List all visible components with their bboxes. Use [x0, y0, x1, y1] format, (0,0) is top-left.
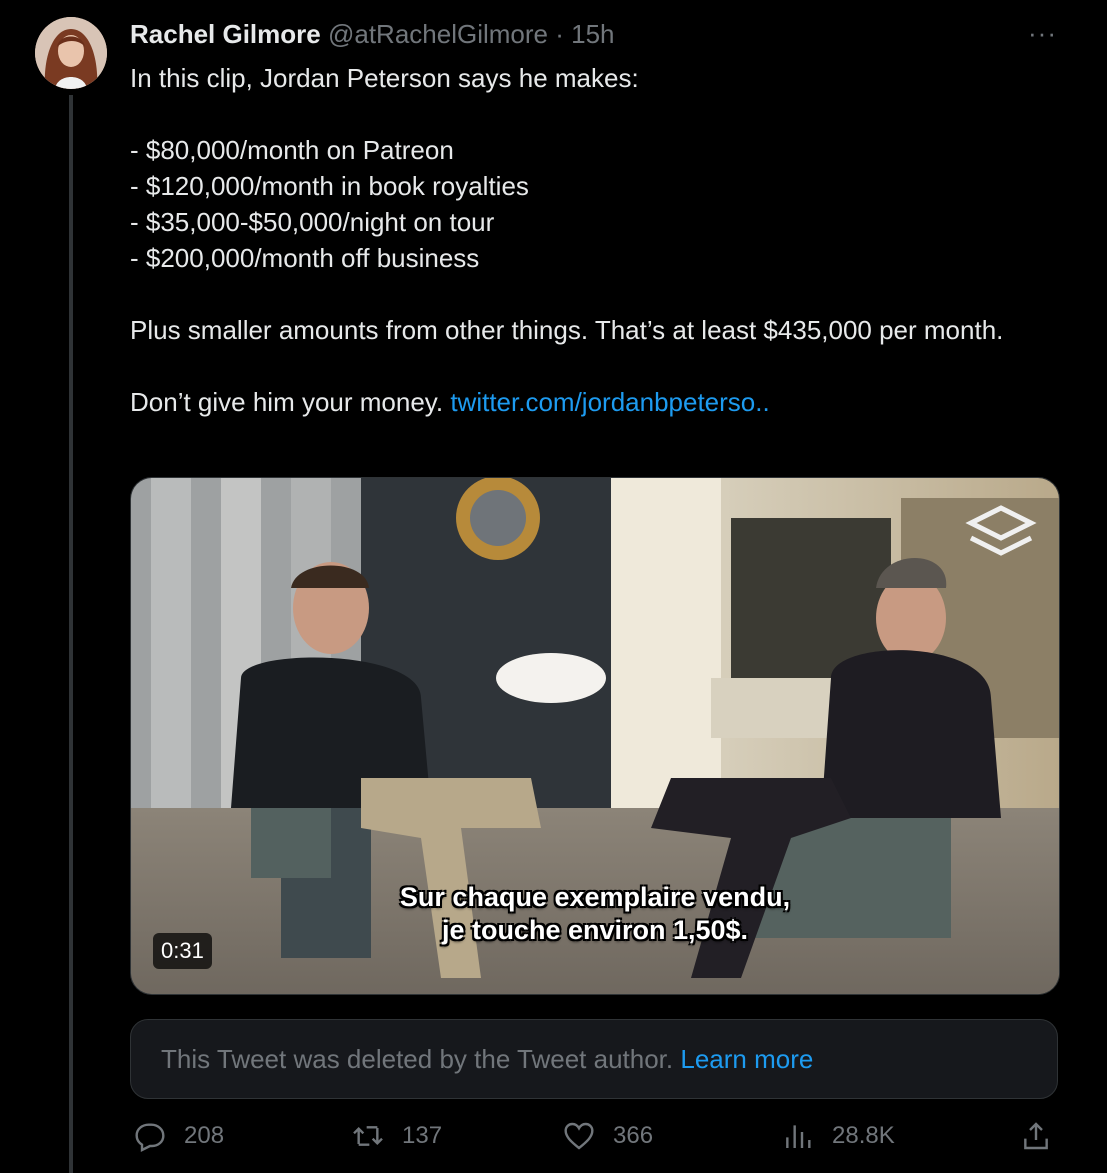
tweet-body: In this clip, Jordan Peterson says he ma…: [130, 60, 1050, 420]
tweet-line: - $120,000/month in book royalties: [130, 171, 529, 201]
video-player[interactable]: 0:31 Sur chaque exemplaire vendu, je tou…: [130, 477, 1060, 995]
tweet-line: - $35,000-$50,000/night on tour: [130, 207, 495, 237]
share-icon: [1024, 1122, 1048, 1150]
views-button[interactable]: 28.8K: [782, 1120, 895, 1152]
reply-icon: [135, 1123, 165, 1152]
views-count: 28.8K: [832, 1122, 895, 1149]
reply-button[interactable]: 208: [134, 1120, 224, 1152]
tweet-line: Plus smaller amounts from other things. …: [130, 315, 1004, 345]
deleted-notice-text: This Tweet was deleted by the Tweet auth…: [161, 1044, 681, 1074]
views-chart-icon: [786, 1125, 811, 1148]
tweet-closing: Don’t give him your money. twitter.com/j…: [130, 384, 1050, 420]
thread-line: [69, 95, 73, 1173]
tweet-line: In this clip, Jordan Peterson says he ma…: [130, 63, 639, 93]
tweet-line: [130, 348, 1050, 384]
heart-icon: [564, 1122, 594, 1150]
subtitle-line-2: je touche environ 1,50$.: [441, 915, 749, 945]
author-handle[interactable]: @atRachelGilmore: [328, 19, 548, 49]
retweet-button[interactable]: 137: [352, 1120, 442, 1152]
tweet-header: Rachel Gilmore @atRachelGilmore · 15h: [130, 17, 615, 51]
retweet-count: 137: [402, 1122, 443, 1149]
learn-more-link[interactable]: Learn more: [680, 1044, 813, 1074]
author-name[interactable]: Rachel Gilmore: [130, 19, 321, 49]
retweet-icon: [353, 1126, 383, 1146]
tweet-line: [130, 276, 1050, 312]
avatar[interactable]: [35, 17, 107, 89]
closing-text: Don’t give him your money.: [130, 387, 451, 417]
tweet-link[interactable]: twitter.com/jordanbpeterso..: [450, 387, 769, 417]
reply-count: 208: [184, 1122, 225, 1149]
more-options-icon[interactable]: ···: [1028, 18, 1057, 49]
tweet-line: - $80,000/month on Patreon: [130, 135, 454, 165]
tweet-line: [130, 96, 1050, 132]
like-count: 366: [613, 1122, 654, 1149]
like-button[interactable]: 366: [563, 1120, 653, 1152]
separator-dot: ·: [555, 19, 564, 49]
share-button[interactable]: [1020, 1120, 1070, 1152]
tweet-time[interactable]: 15h: [571, 19, 614, 49]
deleted-quote-notice: This Tweet was deleted by the Tweet auth…: [130, 1019, 1058, 1099]
subtitle-line-1: Sur chaque exemplaire vendu,: [399, 882, 791, 912]
tweet-actions: 208 137 366 28.8K: [0, 1120, 1107, 1160]
tweet-line: - $200,000/month off business: [130, 243, 480, 273]
